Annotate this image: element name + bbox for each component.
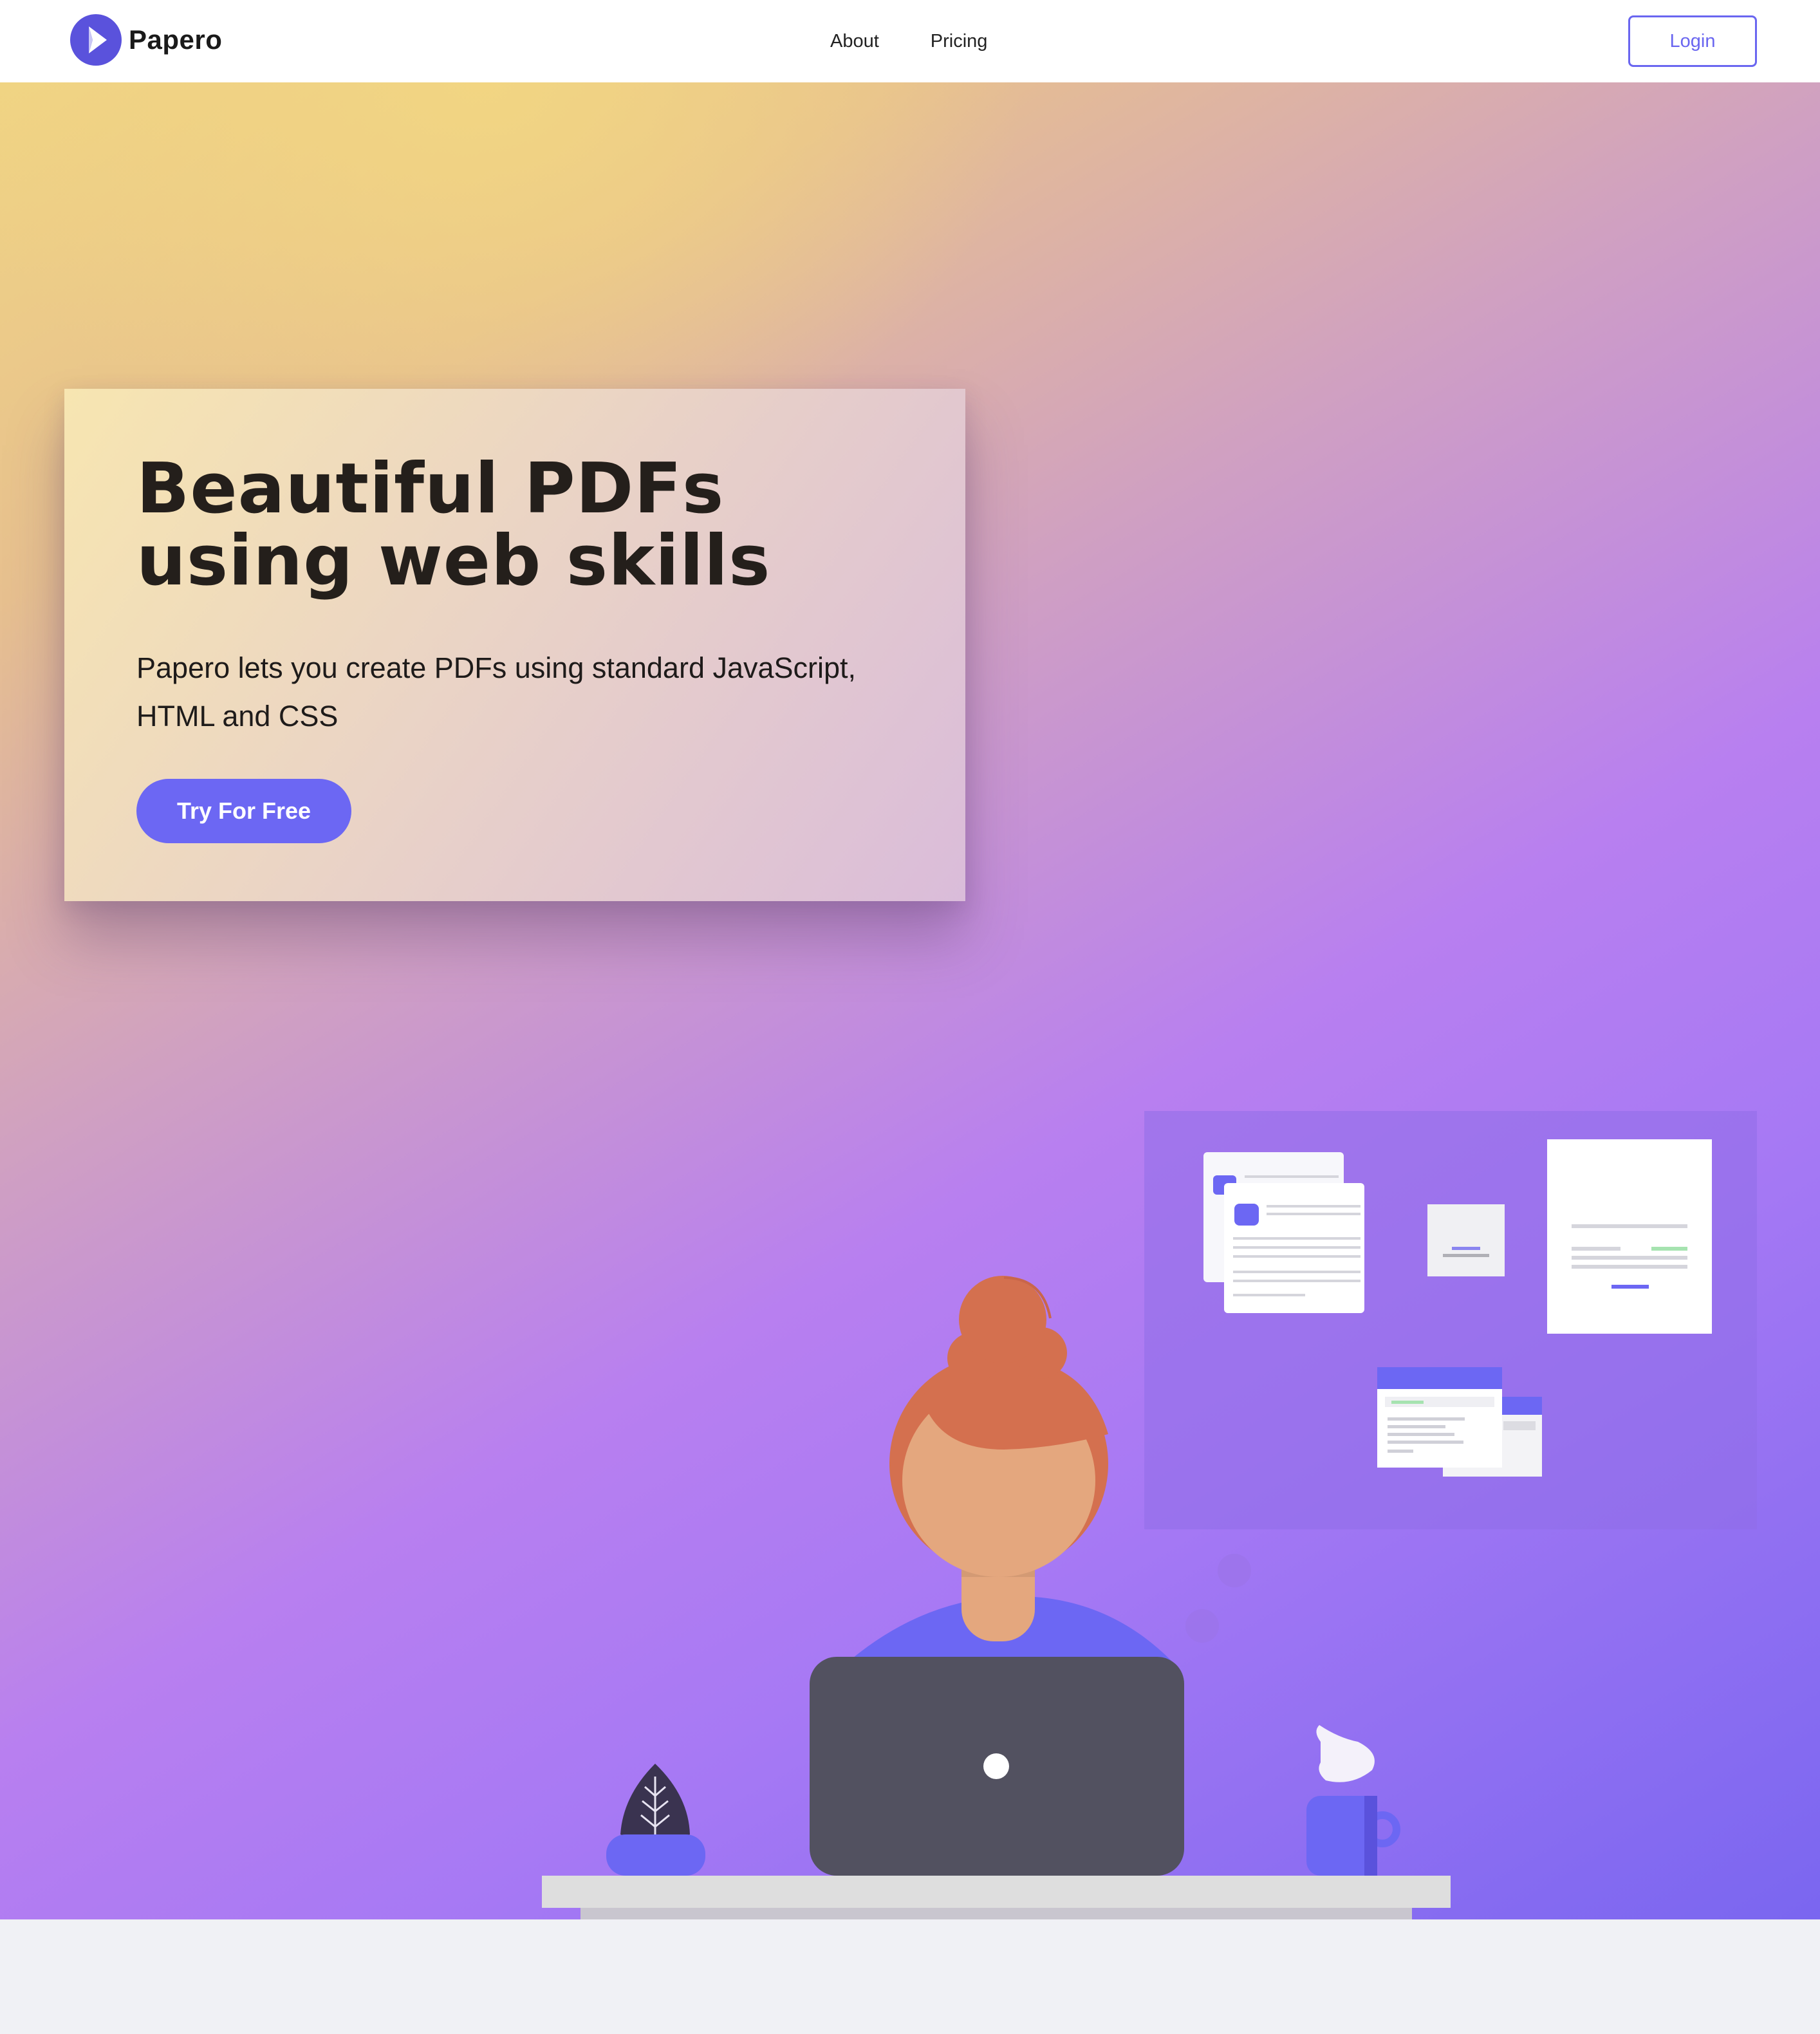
hero-section: Beautiful PDFs using web skills Papero l… — [0, 82, 1820, 1919]
plant-icon — [606, 1764, 705, 1876]
hero-card: Beautiful PDFs using web skills Papero l… — [64, 389, 965, 901]
try-for-free-button[interactable]: Try For Free — [136, 779, 351, 843]
hero-title: Beautiful PDFs using web skills — [136, 449, 771, 601]
top-nav: Papero About Pricing Login — [0, 0, 1820, 82]
coffee-mug-icon — [1306, 1725, 1400, 1876]
brand-logo[interactable]: Papero — [70, 13, 222, 67]
brand-name: Papero — [129, 24, 223, 55]
nav-links: About Pricing — [830, 26, 987, 57]
nav-link-about[interactable]: About — [830, 26, 879, 57]
desk — [542, 1876, 1451, 1919]
hero-illustration — [542, 1111, 1757, 1919]
tall-document-icon — [1547, 1139, 1712, 1334]
thought-bubbles — [1185, 1554, 1251, 1643]
laptop-icon — [810, 1657, 1184, 1876]
nav-link-pricing[interactable]: Pricing — [931, 26, 988, 57]
next-section-background — [0, 1919, 1820, 2034]
login-button[interactable]: Login — [1628, 15, 1757, 67]
hero-subtitle: Papero lets you create PDFs using standa… — [136, 651, 857, 732]
note-card-icon — [1427, 1204, 1505, 1276]
document-stack-icon — [1203, 1152, 1364, 1313]
papero-logo-icon — [70, 14, 122, 66]
